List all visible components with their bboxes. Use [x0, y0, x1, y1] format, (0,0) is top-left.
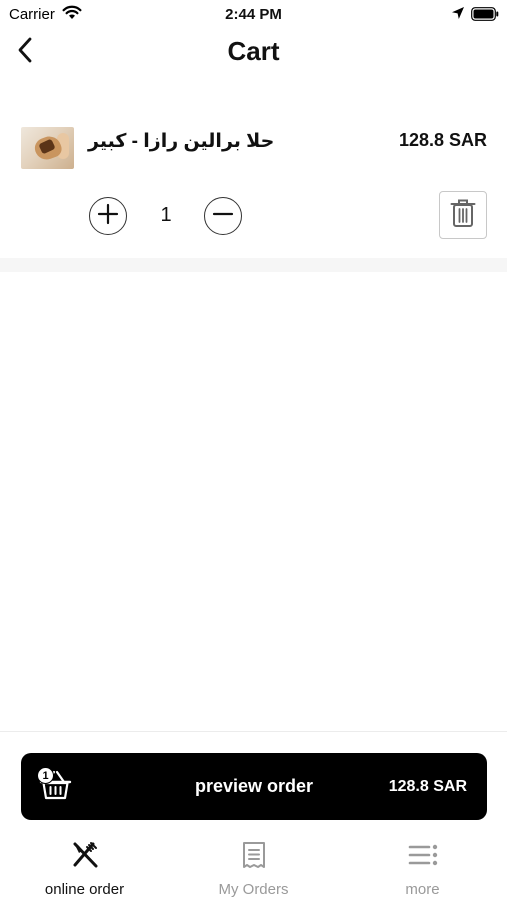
battery-icon [471, 7, 499, 26]
tab-bar: online order My Orders more [0, 836, 507, 900]
tab-more-label: more [405, 881, 440, 898]
preview-order-total: 128.8 SAR [388, 778, 467, 795]
receipt-icon [169, 841, 338, 869]
cart-item: حلا برالين رازا - كبير 128.8 SAR 1 [0, 110, 507, 258]
decrease-quantity-button[interactable] [204, 197, 242, 235]
page-title: Cart [227, 36, 280, 66]
tab-online-order[interactable]: online order [0, 836, 169, 900]
delete-item-button[interactable] [439, 191, 487, 239]
minus-icon [212, 203, 234, 230]
fork-knife-icon [0, 841, 169, 869]
quantity-value: 1 [160, 204, 172, 226]
product-image [21, 127, 74, 169]
tab-my-orders-label: My Orders [218, 881, 289, 898]
tab-online-order-label: online order [44, 881, 125, 898]
tab-more[interactable]: more [338, 836, 507, 900]
status-bar: Carrier 2:44 PM [0, 0, 507, 28]
menu-icon [338, 841, 507, 869]
clock: 2:44 PM [225, 6, 282, 23]
item-price: 128.8 SAR [398, 130, 487, 150]
plus-icon [97, 203, 119, 230]
trash-icon [450, 198, 476, 233]
nav-header: Cart [0, 28, 507, 76]
tab-my-orders[interactable]: My Orders [169, 836, 338, 900]
increase-quantity-button[interactable] [89, 197, 127, 235]
preview-order-button[interactable]: 1 preview order 128.8 SAR [21, 753, 487, 820]
item-name: حلا برالين رازا - كبير [88, 131, 275, 152]
section-divider [0, 258, 507, 272]
footer-separator [0, 731, 507, 732]
location-arrow-icon [451, 6, 465, 25]
